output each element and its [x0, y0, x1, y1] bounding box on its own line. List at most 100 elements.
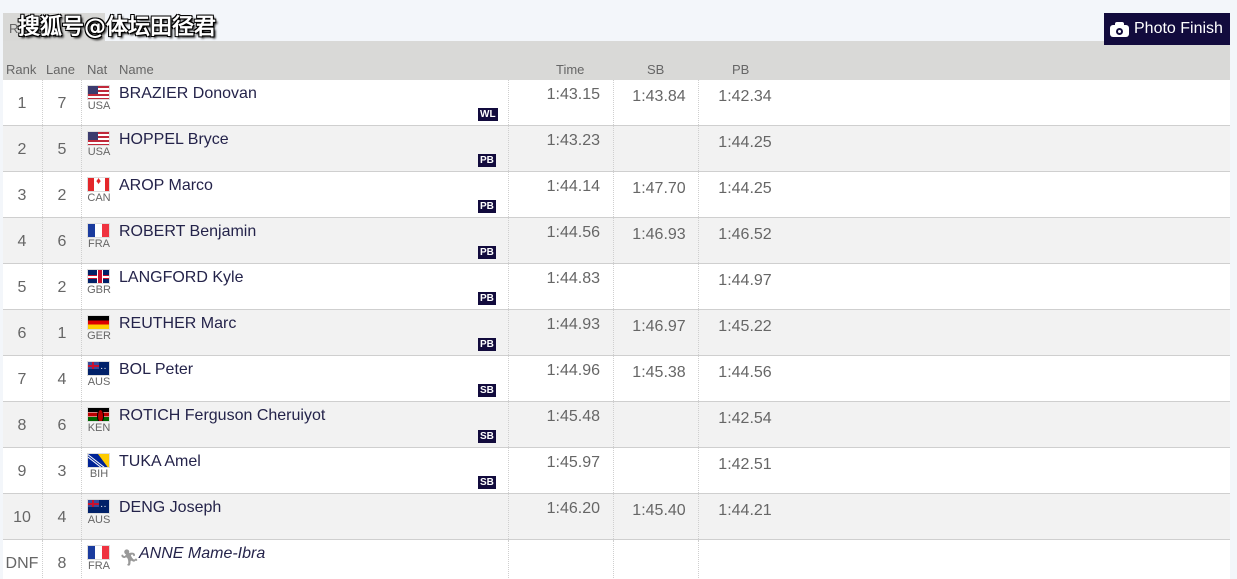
table-row[interactable]: 3 2 CAN AROP Marco PB 1:44.14 1:47.70 1:44.25	[3, 172, 1230, 218]
athlete-name[interactable]: AROP Marco	[119, 177, 213, 195]
column-divider	[508, 310, 509, 355]
column-divider	[508, 80, 509, 125]
record-badge: PB	[478, 338, 496, 351]
rank: 10	[13, 509, 31, 526]
athlete-name[interactable]: TUKA Amel	[119, 453, 201, 471]
nat-code: KEN	[87, 422, 111, 434]
season-best: 1:46.97	[632, 318, 686, 335]
camera-icon	[1110, 21, 1129, 37]
table-row[interactable]: DNF 8 FRA 🏃︎ ANNE Mame-Ibra	[3, 540, 1230, 579]
lane: 4	[57, 509, 67, 526]
column-divider	[81, 310, 82, 355]
nat-code: BIH	[89, 468, 109, 480]
record-badge: SB	[478, 476, 496, 489]
column-divider	[508, 264, 509, 309]
table-row[interactable]: 1 7 USA BRAZIER Donovan WL 1:43.15 1:43.84 1:42…	[3, 80, 1230, 126]
column-divider	[613, 310, 614, 355]
column-divider	[613, 356, 614, 401]
record-badge: PB	[478, 200, 496, 213]
record-badge: SB	[478, 384, 496, 397]
header-time[interactable]: Time	[556, 62, 584, 77]
personal-best: 1:45.22	[718, 318, 772, 335]
record-badge: WL	[478, 108, 498, 121]
flag-ken-icon	[87, 407, 110, 422]
lane: 7	[57, 95, 67, 112]
table-row[interactable]: 10 4 AUS DENG Joseph 1:46.20 1:45.40 1:44.21	[3, 494, 1230, 540]
header-name[interactable]: Name	[119, 62, 154, 77]
column-divider	[81, 402, 82, 447]
header-lane[interactable]: Lane	[46, 62, 75, 77]
table-row[interactable]: 5 2 GBR LANGFORD Kyle PB 1:44.83 1:44.97	[3, 264, 1230, 310]
table-row[interactable]: 9 3 BIH TUKA Amel SB 1:45.97 1:42.51	[3, 448, 1230, 494]
athlete-name[interactable]: LANGFORD Kyle	[119, 269, 243, 287]
header-pb[interactable]: PB	[732, 62, 749, 77]
column-divider	[613, 494, 614, 539]
rank: 2	[17, 141, 27, 158]
photo-finish-button[interactable]: Photo Finish	[1104, 13, 1230, 45]
lane: 8	[57, 555, 67, 572]
table-row[interactable]: 6 1 GER REUTHER Marc PB 1:44.93 1:46.97 1:45.22	[3, 310, 1230, 356]
nat-code: GBR	[87, 284, 111, 296]
athlete-name[interactable]: BRAZIER Donovan	[119, 85, 257, 103]
table-row[interactable]: 7 4 AUS BOL Peter SB 1:44.96 1:45.38 1:44.56	[3, 356, 1230, 402]
flag-usa-icon	[87, 85, 110, 100]
lane: 5	[57, 141, 67, 158]
time: 1:44.83	[546, 270, 600, 287]
athlete-name[interactable]: ROBERT Benjamin	[119, 223, 256, 241]
table-row[interactable]: 4 6 FRA ROBERT Benjamin PB 1:44.56 1:46.93 1:46…	[3, 218, 1230, 264]
time: 1:44.56	[546, 224, 600, 241]
athlete-name[interactable]: ROTICH Ferguson Cheruiyot	[119, 407, 325, 425]
flag-can-icon	[87, 177, 110, 192]
athlete-name[interactable]: REUTHER Marc	[119, 315, 236, 333]
lane: 1	[57, 325, 67, 342]
flag-aus-icon	[87, 499, 110, 514]
column-divider	[508, 402, 509, 447]
flag-ger-icon	[87, 315, 110, 330]
header-nat[interactable]: Nat	[87, 62, 107, 77]
column-divider	[508, 126, 509, 171]
flag-gbr-icon	[87, 269, 110, 284]
athlete-name[interactable]: ANNE Mame-Ibra	[139, 545, 265, 563]
athlete-name[interactable]: DENG Joseph	[119, 499, 221, 517]
flag-fra-icon	[87, 545, 110, 560]
rank: 8	[17, 417, 27, 434]
rank: 6	[17, 325, 27, 342]
time: 1:46.20	[546, 500, 600, 517]
personal-best: 1:44.56	[718, 364, 772, 381]
personal-best: 1:42.54	[718, 410, 772, 427]
nat-code: AUS	[87, 376, 111, 388]
header-rank[interactable]: Rank	[6, 62, 36, 77]
nat-code: GER	[87, 330, 111, 342]
header-sb[interactable]: SB	[647, 62, 664, 77]
table-row[interactable]: 8 6 KEN ROTICH Ferguson Cheruiyot SB 1:45.48 1…	[3, 402, 1230, 448]
flag-bih-icon	[87, 453, 110, 468]
season-best: 1:43.84	[632, 88, 686, 105]
time: 1:44.96	[546, 362, 600, 379]
record-badge: SB	[478, 430, 496, 443]
flag-fra-icon	[87, 223, 110, 238]
runner-icon: 🏃︎	[119, 550, 140, 567]
rank: 9	[17, 463, 27, 480]
nat-code: FRA	[88, 238, 110, 250]
column-divider	[508, 356, 509, 401]
athlete-name[interactable]: BOL Peter	[119, 361, 193, 379]
season-best: 1:46.93	[632, 226, 686, 243]
season-best: 1:45.38	[632, 364, 686, 381]
athlete-name[interactable]: HOPPEL Bryce	[119, 131, 229, 149]
personal-best: 1:42.51	[718, 456, 772, 473]
lane: 3	[57, 463, 67, 480]
table-row[interactable]: 2 5 USA HOPPEL Bryce PB 1:43.23 1:44.25	[3, 126, 1230, 172]
column-divider	[81, 448, 82, 493]
lane: 2	[57, 279, 67, 296]
lane: 2	[57, 187, 67, 204]
column-divider	[613, 264, 614, 309]
time: 1:44.14	[546, 178, 600, 195]
column-divider	[81, 540, 82, 579]
rank: 3	[17, 187, 27, 204]
season-best: 1:47.70	[632, 180, 686, 197]
rank: DNF	[5, 555, 39, 572]
column-divider	[613, 540, 614, 579]
nat-code: CAN	[87, 192, 111, 204]
column-divider	[698, 402, 699, 447]
column-divider	[508, 540, 509, 579]
